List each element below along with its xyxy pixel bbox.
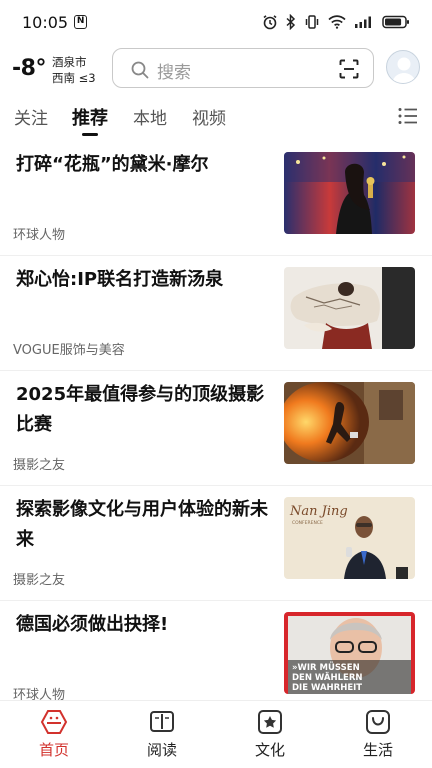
- bluetooth-icon: [286, 14, 296, 30]
- news-item[interactable]: 探索影像文化与用户体验的新未来 摄影之友 Nan Jing CONFERENCE: [0, 485, 432, 601]
- nav-life-label: 生活: [362, 741, 393, 759]
- news-item[interactable]: 2025年最值得参与的顶级摄影比赛 摄影之友: [0, 370, 432, 486]
- news-item[interactable]: 德国必须做出抉择! 环球人物 »WIR MÜSSEN DEN WÄHLERN D…: [0, 600, 432, 700]
- news-thumbnail[interactable]: [284, 382, 415, 464]
- scan-icon[interactable]: [339, 59, 359, 79]
- news-thumbnail[interactable]: »WIR MÜSSEN DEN WÄHLERN DIE WAHRHEIT: [284, 612, 415, 694]
- thumb-text-cover-1: »WIR MÜSSEN: [292, 662, 360, 673]
- nav-culture[interactable]: 文化: [230, 709, 310, 760]
- active-tab-indicator: [82, 133, 98, 136]
- news-feed: 打碎“花瓶”的黛米·摩尔 环球人物 郑心怡:IP联名打造新汤泉 VOGUE服饰与…: [0, 140, 432, 700]
- channel-tabs: 关注 推荐 本地 视频: [0, 96, 432, 140]
- news-title[interactable]: 探索影像文化与用户体验的新未来: [16, 495, 270, 555]
- bag-smile-icon: [366, 710, 390, 734]
- vibrate-icon: [305, 15, 319, 29]
- home-hex-icon: [40, 710, 68, 734]
- news-source: 环球人物: [13, 688, 66, 700]
- tab-follow[interactable]: 关注: [14, 104, 48, 129]
- speaker-at-podium-photo: Nan Jing CONFERENCE: [284, 497, 415, 579]
- star-frame-icon: [258, 710, 282, 734]
- bottom-navigation: 首页 阅读 文化 生活: [0, 700, 432, 768]
- top-header: -8° 酒泉市 西南 ≤3 搜索: [0, 44, 432, 92]
- news-source: 摄影之友: [13, 458, 66, 473]
- search-icon: [131, 61, 149, 79]
- nav-home-label: 首页: [38, 741, 69, 759]
- news-title[interactable]: 2025年最值得参与的顶级摄影比赛: [16, 380, 270, 440]
- news-thumbnail[interactable]: [284, 152, 415, 234]
- wifi-icon: [328, 15, 346, 29]
- status-bar: 10:05 N: [0, 0, 432, 44]
- nav-culture-label: 文化: [254, 741, 285, 759]
- tab-recommend[interactable]: 推荐: [72, 104, 108, 130]
- battery-icon: [382, 15, 409, 29]
- weather-location[interactable]: 酒泉市 西南 ≤3: [52, 54, 96, 86]
- weather-wind: 西南 ≤3: [52, 71, 96, 85]
- search-bar[interactable]: 搜索: [112, 48, 374, 88]
- news-title[interactable]: 打碎“花瓶”的黛米·摩尔: [16, 150, 270, 180]
- tab-video[interactable]: 视频: [192, 104, 226, 129]
- weather-temperature[interactable]: -8°: [12, 56, 46, 81]
- search-input[interactable]: 搜索: [157, 58, 191, 83]
- alarm-icon: [263, 15, 277, 30]
- user-avatar-icon: [392, 57, 416, 83]
- nav-home[interactable]: 首页: [14, 709, 94, 760]
- status-left: 10:05 N: [22, 12, 88, 32]
- tab-local[interactable]: 本地: [133, 104, 167, 129]
- avatar[interactable]: [386, 50, 420, 84]
- channel-menu-icon[interactable]: [398, 107, 418, 125]
- news-thumbnail[interactable]: [284, 267, 415, 349]
- thumb-text-cover-3: DIE WAHRHEIT: [292, 683, 362, 693]
- fire-street-photo: [284, 382, 415, 464]
- news-thumbnail[interactable]: Nan Jing CONFERENCE: [284, 497, 415, 579]
- status-time: 10:05: [22, 12, 69, 32]
- news-source: 摄影之友: [13, 573, 66, 588]
- magazine-cover-photo: »WIR MÜSSEN DEN WÄHLERN DIE WAHRHEIT: [284, 612, 415, 694]
- fashion-model-photo: [284, 267, 415, 349]
- nav-read[interactable]: 阅读: [122, 709, 202, 760]
- weather-city: 酒泉市: [52, 55, 87, 69]
- thumb-text-nanjing: Nan Jing: [289, 504, 348, 519]
- news-source: VOGUE服饰与美容: [13, 343, 125, 358]
- nav-life[interactable]: 生活: [338, 709, 418, 760]
- book-icon: [150, 711, 174, 732]
- news-title[interactable]: 德国必须做出抉择!: [16, 610, 270, 640]
- woman-with-award-photo: [284, 152, 415, 234]
- thumb-text-conference: CONFERENCE: [292, 520, 323, 526]
- notification-n-icon: N: [74, 15, 88, 29]
- thumb-text-cover-2: DEN WÄHLERN: [292, 672, 363, 683]
- news-item[interactable]: 打碎“花瓶”的黛米·摩尔 环球人物: [0, 140, 432, 256]
- news-title[interactable]: 郑心怡:IP联名打造新汤泉: [16, 265, 270, 295]
- nav-read-label: 阅读: [146, 741, 177, 759]
- news-item[interactable]: 郑心怡:IP联名打造新汤泉 VOGUE服饰与美容: [0, 255, 432, 371]
- signal-icon: [355, 16, 371, 28]
- status-icons: [262, 14, 410, 30]
- news-source: 环球人物: [13, 228, 66, 243]
